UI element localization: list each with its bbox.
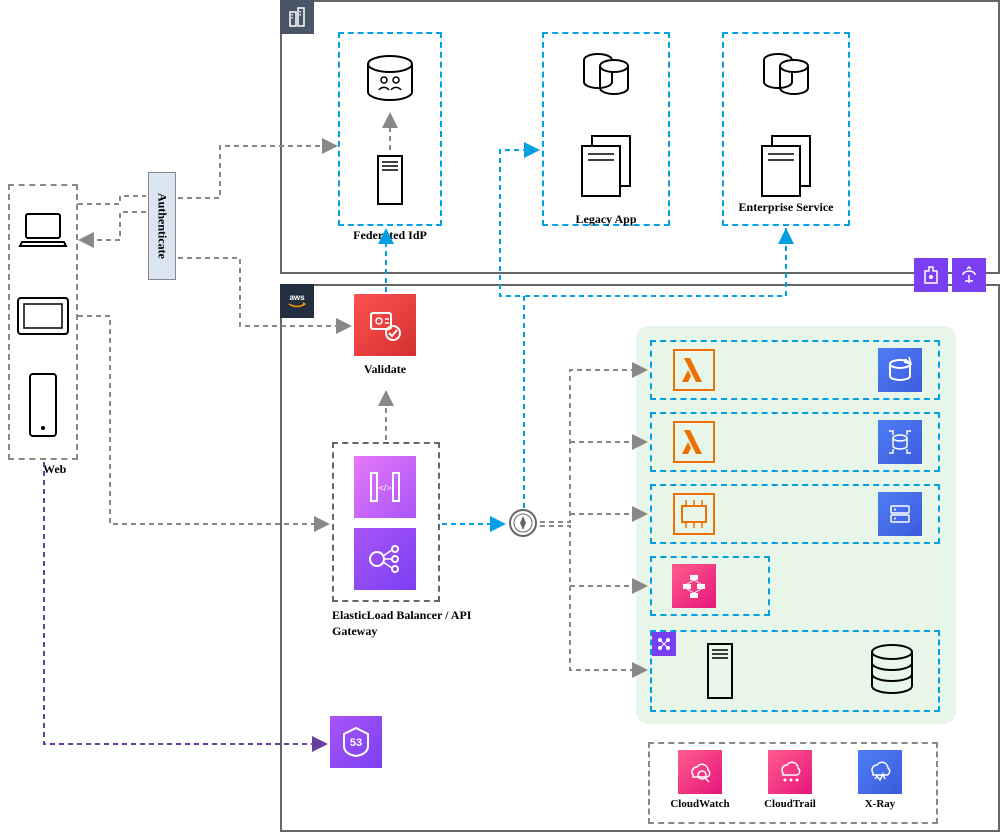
tablet-icon <box>14 294 72 338</box>
svg-text:</>: </> <box>378 483 391 493</box>
generic-server-icon <box>702 640 738 702</box>
generic-db-icon <box>866 640 918 698</box>
xray-icon <box>858 750 902 794</box>
route53-icon: 53 <box>330 716 382 768</box>
enterprise-db-icon <box>760 48 812 100</box>
authenticate-label: Authenticate <box>149 180 175 272</box>
lambda-icon-1 <box>672 348 716 392</box>
enterprise-servers-icon <box>754 130 818 200</box>
legacy-servers-icon <box>574 130 638 200</box>
lambda-icon-2 <box>672 420 716 464</box>
svg-text:aws: aws <box>289 293 305 302</box>
legacy-db-icon <box>580 48 632 100</box>
validate-label: Validate <box>340 362 430 377</box>
elb-gateway-label: ElasticLoad Balancer / API Gateway <box>332 608 492 639</box>
security-icon-2 <box>952 258 986 292</box>
web-label: Web <box>43 462 66 477</box>
cloudwatch-label: CloudWatch <box>658 798 742 810</box>
dynamodb-icon <box>878 348 922 392</box>
xray-label: X-Ray <box>840 798 920 810</box>
cloudtrail-label: CloudTrail <box>750 798 830 810</box>
compass-icon <box>508 508 538 538</box>
idp-server-icon <box>374 152 406 208</box>
laptop-icon <box>18 210 68 250</box>
building-icon <box>280 0 314 34</box>
users-db-icon <box>362 50 418 106</box>
aurora-icon <box>878 492 922 536</box>
federated-idp-label: Federated IdP <box>338 228 442 243</box>
security-icon-1 <box>914 258 948 292</box>
appmesh-icon <box>652 632 676 656</box>
api-gateway-icon: </> <box>354 456 416 518</box>
stepfunctions-icon <box>672 564 716 608</box>
cloudwatch-icon <box>678 750 722 794</box>
legacy-app-label: Legacy App <box>542 212 670 227</box>
svg-text:53: 53 <box>350 737 362 749</box>
aws-logo-icon: aws <box>280 284 314 318</box>
cloudtrail-icon <box>768 750 812 794</box>
ec2-icon <box>672 492 716 536</box>
rds-icon <box>878 420 922 464</box>
enterprise-service-label: Enterprise Service <box>722 200 850 215</box>
iam-validate-icon <box>354 294 416 356</box>
elb-icon <box>354 528 416 590</box>
phone-icon <box>26 370 60 440</box>
